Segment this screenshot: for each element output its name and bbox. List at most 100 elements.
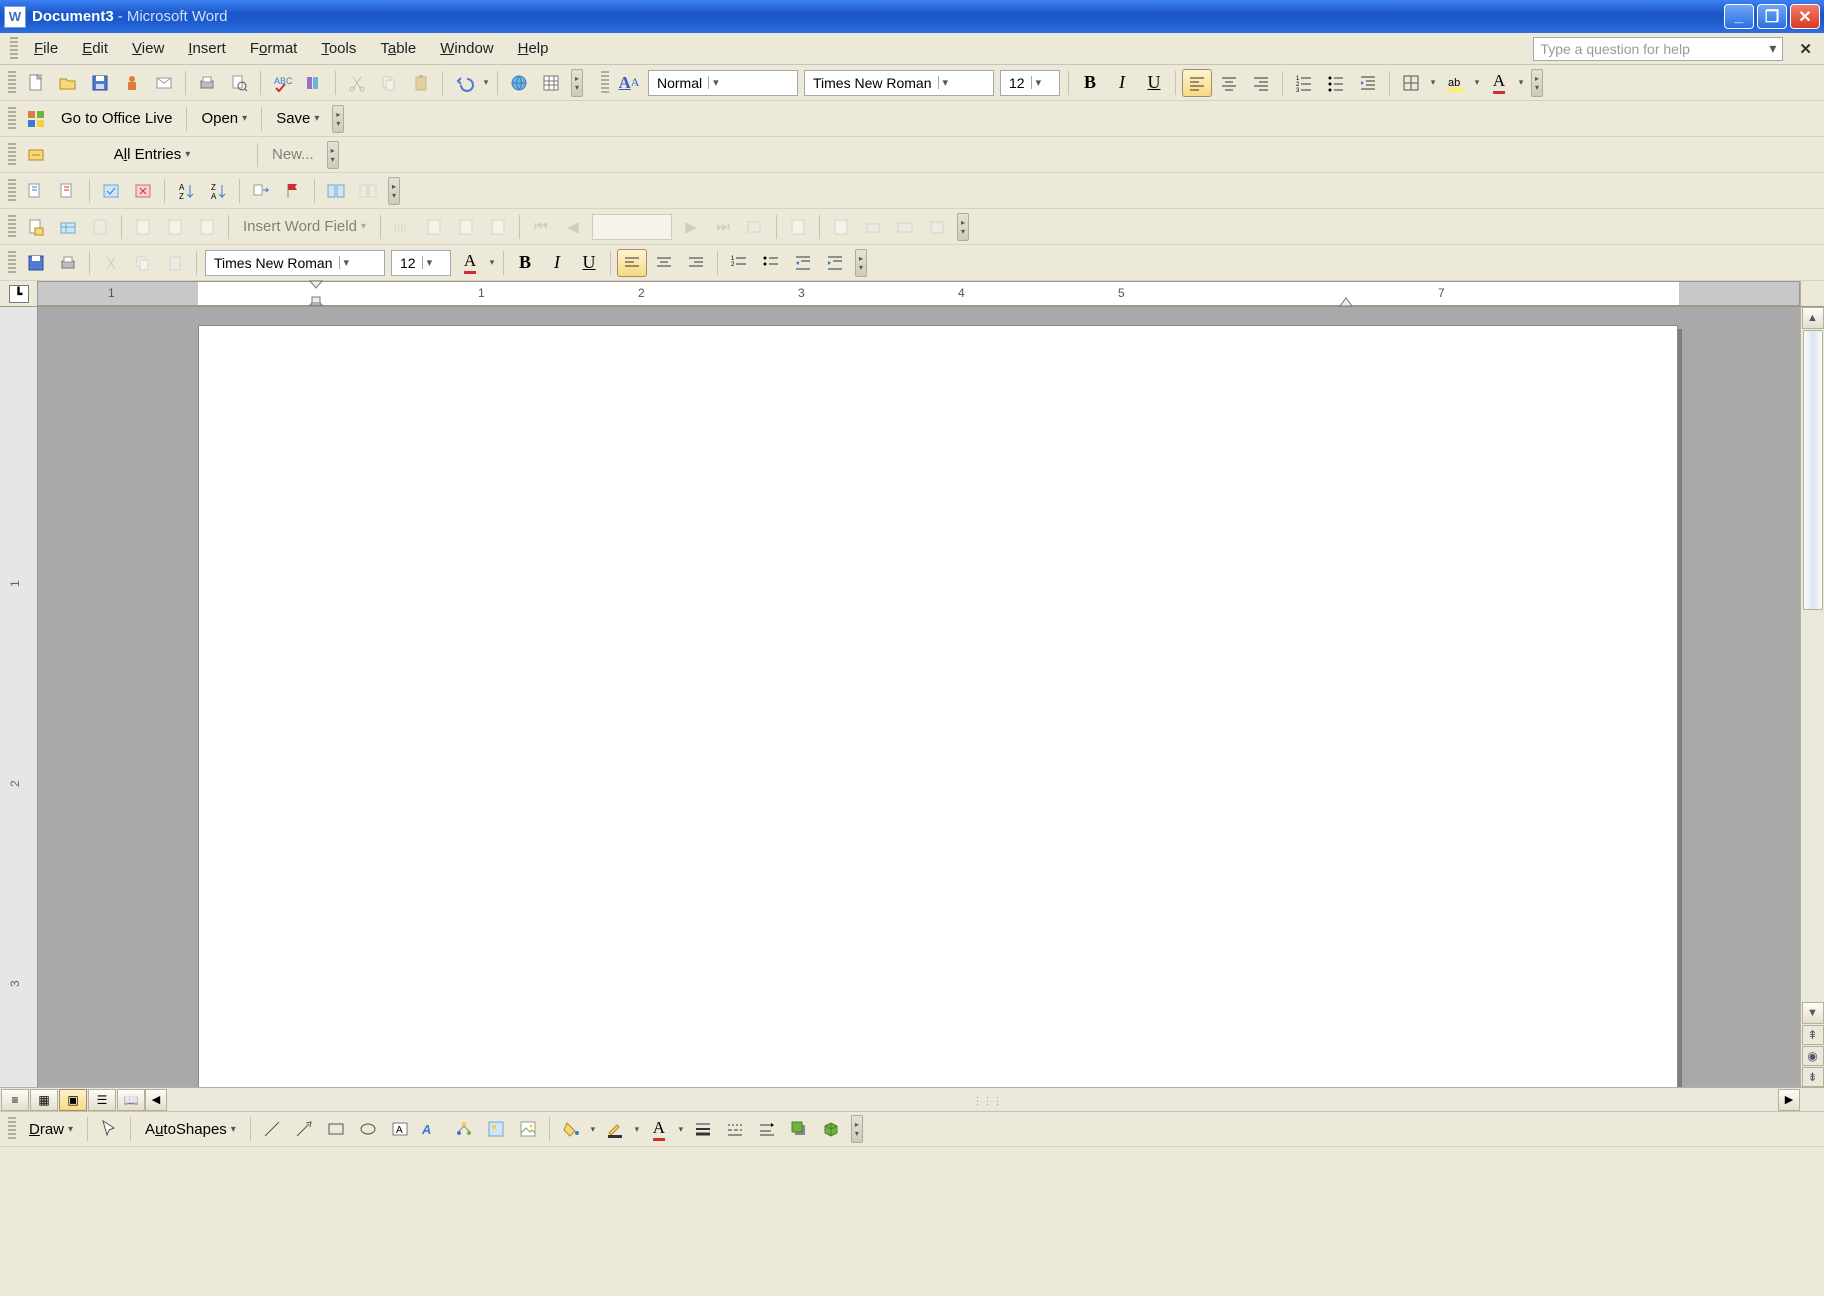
email-button[interactable] (149, 69, 179, 97)
scroll-up-button[interactable]: ▲ (1802, 307, 1824, 329)
toolbar-grip[interactable] (8, 143, 16, 167)
show-source-button[interactable] (21, 177, 51, 205)
view-merged-data-button[interactable]: ⟨⟨⟩⟩ (387, 213, 417, 241)
minimize-button[interactable]: _ (1724, 4, 1754, 29)
last-record-button[interactable]: ⏭ (708, 213, 738, 241)
page-scroll-area[interactable] (38, 307, 1800, 1087)
font-combo-2[interactable]: Times New Roman▾ (205, 250, 385, 276)
research-button[interactable] (299, 69, 329, 97)
chevron-down-icon[interactable]: ▾ (1031, 76, 1042, 89)
toolbar-overflow[interactable]: ▸▾ (332, 105, 344, 133)
menu-format[interactable]: Format (238, 37, 310, 60)
horizontal-ruler[interactable]: 1 1 2 3 4 5 7 (38, 281, 1800, 306)
align-center-button-2[interactable] (649, 249, 679, 277)
3d-style-button[interactable] (816, 1115, 846, 1143)
rectangle-tool-button[interactable] (321, 1115, 351, 1143)
paste-button[interactable] (406, 69, 436, 97)
restore-button[interactable]: ❐ (1757, 4, 1787, 29)
horizontal-scrollbar[interactable]: ◀ ⋮⋮⋮ ▶ (145, 1088, 1800, 1111)
shadow-style-button[interactable] (784, 1115, 814, 1143)
bulleted-list-button[interactable] (1321, 69, 1351, 97)
web-layout-view-button[interactable]: ▦ (30, 1089, 58, 1111)
tab-selector[interactable]: ┗ (0, 281, 38, 306)
toolbar-overflow[interactable]: ▸▾ (327, 141, 339, 169)
menu-insert[interactable]: Insert (176, 37, 238, 60)
numbered-list-button[interactable]: 123 (1289, 69, 1319, 97)
numbered-list-button-2[interactable]: 12 (724, 249, 754, 277)
flag-button[interactable] (278, 177, 308, 205)
sort-za-button[interactable]: ZA (203, 177, 233, 205)
increase-indent-button-2[interactable] (820, 249, 850, 277)
align-left-button-2[interactable] (617, 249, 647, 277)
scroll-thumb[interactable] (1803, 330, 1823, 610)
font-color-button-2[interactable]: A (455, 249, 485, 277)
print-button[interactable] (192, 69, 222, 97)
clip-art-button[interactable] (481, 1115, 511, 1143)
font-size-combo[interactable]: 12▾ (1000, 70, 1060, 96)
wordart-button[interactable]: A (417, 1115, 447, 1143)
toolbar-grip[interactable] (601, 71, 609, 95)
vertical-ruler[interactable]: 1 2 3 (0, 307, 38, 1087)
arrow-tool-button[interactable] (289, 1115, 319, 1143)
font-color-dropdown-2[interactable]: ▾ (486, 250, 498, 276)
print-button-2[interactable] (53, 249, 83, 277)
style-combo[interactable]: Normal▾ (648, 70, 798, 96)
toolbar-overflow[interactable]: ▸▾ (855, 249, 867, 277)
align-right-button-2[interactable] (681, 249, 711, 277)
menu-file[interactable]: File (22, 37, 70, 60)
font-size-combo-2[interactable]: 12▾ (391, 250, 451, 276)
new-autotext-button[interactable]: New... (263, 142, 323, 168)
toolbar-overflow[interactable]: ▸▾ (851, 1115, 863, 1143)
main-document-setup-button[interactable] (21, 213, 51, 241)
record-number-input[interactable] (592, 214, 672, 240)
chevron-down-icon[interactable]: ▾ (938, 76, 949, 89)
styles-pane-button[interactable]: AA (614, 69, 644, 97)
select-objects-button[interactable] (94, 1115, 124, 1143)
reading-layout-view-button[interactable]: 📖 (117, 1089, 145, 1111)
goto-button[interactable] (246, 177, 276, 205)
line-color-dropdown[interactable]: ▾ (631, 1116, 643, 1142)
indent-marker-icon[interactable] (308, 279, 328, 307)
insert-word-field-button[interactable]: Insert Word Field▾ (234, 214, 375, 240)
insert-address-block-button[interactable] (128, 213, 158, 241)
copy-button[interactable] (374, 69, 404, 97)
toolbar-grip[interactable] (8, 1117, 16, 1141)
line-style-button[interactable] (688, 1115, 718, 1143)
prev-record-button[interactable]: ◀ (558, 213, 588, 241)
permission-button[interactable] (117, 69, 147, 97)
italic-button-2[interactable]: I (542, 249, 572, 277)
bold-button-2[interactable]: B (510, 249, 540, 277)
toolbar-overflow[interactable]: ▸▾ (388, 177, 400, 205)
all-entries-button[interactable]: All Entries▾ (52, 142, 252, 168)
autotext-icon[interactable] (21, 141, 51, 169)
menu-window[interactable]: Window (428, 37, 505, 60)
merge-to-fax-button[interactable] (922, 213, 952, 241)
save-to-live-button[interactable]: Save▾ (267, 106, 328, 132)
align-center-button[interactable] (1214, 69, 1244, 97)
check-errors-button[interactable] (783, 213, 813, 241)
merge-to-email-button[interactable] (890, 213, 920, 241)
undo-dropdown[interactable]: ▾ (480, 70, 492, 96)
menu-help[interactable]: Help (506, 37, 561, 60)
text-box-button[interactable]: A (385, 1115, 415, 1143)
insert-greeting-button[interactable] (160, 213, 190, 241)
toolbar-grip[interactable] (8, 215, 16, 239)
fill-color-button[interactable] (556, 1115, 586, 1143)
first-record-button[interactable]: ⏮ (526, 213, 556, 241)
sort-az-button[interactable]: AZ (171, 177, 201, 205)
toolbar-grip[interactable] (8, 179, 16, 203)
underline-button-2[interactable]: U (574, 249, 604, 277)
vertical-scrollbar[interactable]: ▲ ▼ ⇞ ◉ ⇟ (1800, 307, 1824, 1087)
align-left-button[interactable] (1182, 69, 1212, 97)
merge-to-new-doc-button[interactable] (826, 213, 856, 241)
cut-button-2[interactable] (96, 249, 126, 277)
open-button[interactable] (53, 69, 83, 97)
save-button-2[interactable] (21, 249, 51, 277)
open-data-source-button[interactable] (53, 213, 83, 241)
borders-dropdown[interactable]: ▾ (1427, 70, 1439, 96)
merge-to-printer-button[interactable] (858, 213, 888, 241)
oval-tool-button[interactable] (353, 1115, 383, 1143)
font-color-draw-button[interactable]: A (644, 1115, 674, 1143)
arrow-style-button[interactable] (752, 1115, 782, 1143)
print-preview-button[interactable] (224, 69, 254, 97)
